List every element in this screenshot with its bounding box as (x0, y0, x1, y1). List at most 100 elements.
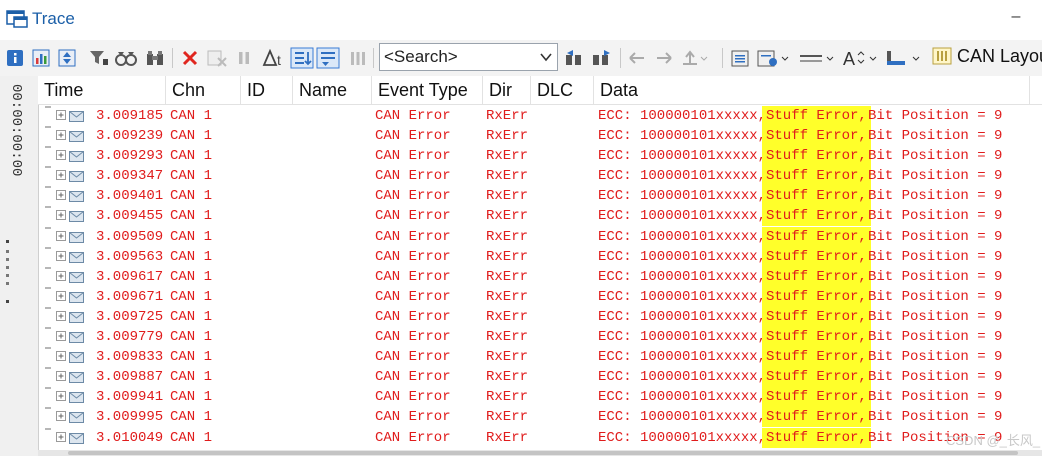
search-input[interactable] (380, 44, 543, 70)
time-ruler-label: 00:00:00:00 (8, 84, 24, 177)
expand-plus-icon[interactable] (56, 270, 66, 281)
find-previous-icon[interactable] (563, 49, 587, 67)
table-row[interactable]: 3.009293 CAN 1 CAN Error RxErr ECC: 10000010… (38, 146, 1042, 167)
expand-plus-icon[interactable] (56, 130, 66, 141)
message-icon (69, 131, 84, 143)
save-log-icon[interactable] (730, 49, 752, 67)
binoculars-icon[interactable] (145, 49, 165, 67)
export-icon[interactable] (756, 49, 790, 67)
column-header-dlc[interactable]: DLC (531, 76, 594, 104)
expand-plus-icon[interactable] (56, 310, 66, 321)
cell-time: 3.009995 (96, 409, 164, 426)
cell-time: 3.009563 (96, 248, 164, 265)
scrollbar-thumb[interactable] (68, 451, 1018, 455)
find-next-icon[interactable] (590, 49, 614, 67)
arrow-right-icon[interactable] (655, 49, 673, 67)
expand-plus-icon[interactable] (56, 331, 66, 342)
cell-data-error-highlight: Stuff Error, (762, 226, 871, 247)
expand-plus-icon[interactable] (56, 411, 66, 422)
message-icon (69, 372, 84, 384)
expand-plus-icon[interactable] (56, 290, 66, 301)
pause-icon[interactable] (236, 49, 252, 67)
columns-icon[interactable] (348, 49, 368, 67)
expand-plus-icon[interactable] (56, 170, 66, 181)
table-row[interactable]: 3.009995 CAN 1 CAN Error RxErr ECC: 10000010… (38, 407, 1042, 428)
cell-data-ecc: ECC: 100000101xxxxx, (598, 168, 767, 185)
table-row[interactable]: 3.009509 CAN 1 CAN Error RxErr ECC: 10000010… (38, 226, 1042, 247)
table-row[interactable]: 3.009563 CAN 1 CAN Error RxErr ECC: 10000010… (38, 246, 1042, 267)
table-row[interactable]: 3.009401 CAN 1 CAN Error RxErr ECC: 10000010… (38, 186, 1042, 207)
tree-line-icon (45, 106, 51, 108)
font-size-icon[interactable]: A (842, 49, 880, 67)
expand-plus-icon[interactable] (56, 371, 66, 382)
message-icon (69, 412, 84, 424)
cell-dir: RxErr (486, 288, 529, 305)
cell-chn: CAN 1 (170, 429, 213, 446)
column-header-id[interactable]: ID (241, 76, 293, 104)
info-icon[interactable] (6, 49, 24, 67)
table-row[interactable]: 3.009617 CAN 1 CAN Error RxErr ECC: 10000010… (38, 266, 1042, 287)
table-row[interactable]: 3.009779 CAN 1 CAN Error RxErr ECC: 10000010… (38, 327, 1042, 348)
link-icon[interactable] (114, 49, 138, 67)
cell-event-type: CAN Error (375, 108, 451, 124)
table-row[interactable]: 3.010049 CAN 1 CAN Error RxErr ECC: 10000010… (38, 427, 1042, 448)
column-header-event-type[interactable]: Event Type (372, 76, 483, 104)
expand-plus-icon[interactable] (56, 431, 66, 442)
column-header-time[interactable]: Time (38, 76, 166, 104)
tree-line-icon (45, 367, 51, 370)
expand-plus-icon[interactable] (56, 250, 66, 261)
chevron-down-icon[interactable] (539, 50, 553, 64)
table-row[interactable]: 3.009725 CAN 1 CAN Error RxErr ECC: 10000010… (38, 306, 1042, 327)
table-row[interactable]: 3.009833 CAN 1 CAN Error RxErr ECC: 10000010… (38, 347, 1042, 368)
tree-line-icon (45, 166, 51, 169)
horizontal-scrollbar[interactable] (38, 450, 1042, 456)
expand-plus-icon[interactable] (56, 230, 66, 241)
tree-line-icon (45, 427, 51, 430)
cell-data-error-highlight: Stuff Error, (762, 387, 871, 408)
column-header-data[interactable]: Data (594, 76, 1030, 104)
statistics-icon[interactable] (32, 49, 50, 67)
filter-icon[interactable] (88, 49, 110, 67)
cell-time: 3.009185 (96, 108, 164, 124)
table-row[interactable]: 3.009455 CAN 1 CAN Error RxErr ECC: 10000010… (38, 206, 1042, 227)
cell-data-error-highlight: Stuff Error, (762, 427, 871, 448)
cell-event-type: CAN Error (375, 248, 451, 265)
cell-time: 3.009509 (96, 228, 164, 245)
table-row[interactable]: 3.009347 CAN 1 CAN Error RxErr ECC: 10000010… (38, 166, 1042, 187)
delete-icon[interactable] (181, 49, 199, 67)
table-row[interactable]: 3.009941 CAN 1 CAN Error RxErr ECC: 10000010… (38, 387, 1042, 408)
cell-time: 3.009293 (96, 148, 164, 165)
column-header-name[interactable]: Name (293, 76, 372, 104)
cell-data-error-highlight: Stuff Error, (762, 246, 871, 267)
table-row[interactable]: 3.009671 CAN 1 CAN Error RxErr ECC: 10000010… (38, 286, 1042, 307)
svg-text:t: t (277, 52, 281, 67)
search-box[interactable] (379, 43, 558, 71)
message-icon (69, 171, 84, 183)
arrow-left-icon[interactable] (628, 49, 646, 67)
cell-dir: RxErr (486, 108, 529, 124)
table-row[interactable]: 3.009185 CAN 1 CAN Error RxErr ECC: 10000010… (38, 106, 1042, 126)
expand-plus-icon[interactable] (56, 210, 66, 221)
fixed-position-icon[interactable] (316, 47, 340, 69)
delta-time-icon[interactable]: t (262, 49, 288, 67)
minimize-button[interactable]: – (1004, 8, 1028, 26)
color-icon[interactable] (884, 49, 924, 67)
marker-icon[interactable] (680, 49, 708, 67)
cell-chn: CAN 1 (170, 268, 213, 285)
chronological-view-icon[interactable] (290, 47, 314, 69)
can-layout-button[interactable]: CAN Layou (932, 46, 1042, 67)
table-row[interactable]: 3.009239 CAN 1 CAN Error RxErr ECC: 10000010… (38, 126, 1042, 147)
expand-plus-icon[interactable] (56, 351, 66, 362)
expand-plus-icon[interactable] (56, 190, 66, 201)
clear-icon[interactable] (206, 49, 228, 67)
expand-plus-icon[interactable] (56, 391, 66, 402)
scroll-icon[interactable] (58, 49, 76, 67)
separator-line-icon[interactable] (798, 49, 836, 67)
column-header-dir[interactable]: Dir (483, 76, 531, 104)
expand-plus-icon[interactable] (56, 110, 66, 120)
table-row[interactable]: 3.009887 CAN 1 CAN Error RxErr ECC: 10000010… (38, 367, 1042, 388)
message-icon (69, 392, 84, 404)
splitter-handle[interactable] (6, 240, 9, 310)
column-header-chn[interactable]: Chn (166, 76, 241, 104)
expand-plus-icon[interactable] (56, 150, 66, 161)
